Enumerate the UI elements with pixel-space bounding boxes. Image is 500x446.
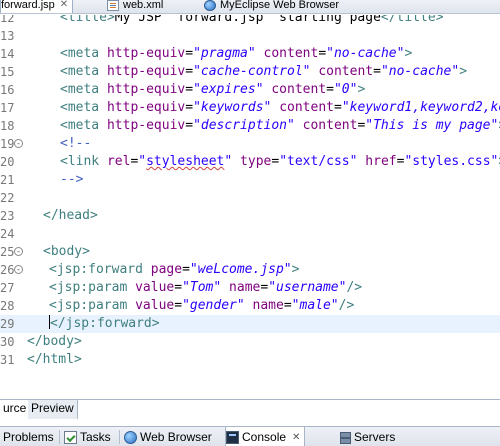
- code-line[interactable]: 26- <jsp:forward page="weLcome.jsp">: [0, 261, 500, 279]
- line-number: 28: [0, 299, 15, 313]
- line-number: 23: [0, 209, 15, 223]
- line-number: 26: [0, 263, 15, 277]
- code-line[interactable]: 29 </jsp:forward>: [0, 315, 500, 333]
- close-icon[interactable]: ✕: [292, 432, 300, 443]
- line-number: 30: [0, 335, 15, 349]
- code-line[interactable]: 27 <jsp:param value="Tom" name="username"…: [0, 279, 500, 297]
- view-label: Servers: [354, 430, 396, 444]
- code-text: </jsp:forward>: [49, 315, 160, 331]
- code-line[interactable]: 12 <title>My JSP 'forward.jsp' starting p…: [0, 15, 500, 27]
- code-text: <link rel="stylesheet" type="text/css" h…: [60, 154, 500, 169]
- code-text: <meta http-equiv="keywords" content="key…: [60, 100, 500, 115]
- code-line[interactable]: 18 <meta http-equiv="description" content…: [0, 117, 500, 135]
- fold-toggle-icon[interactable]: -: [14, 247, 23, 256]
- line-number: 19: [0, 137, 15, 151]
- divider: [59, 430, 60, 444]
- line-number: 15: [0, 65, 15, 79]
- tab-web-xml[interactable]: web.xml: [107, 0, 164, 13]
- code-text: <body>: [43, 244, 90, 259]
- code-text: <meta http-equiv="description" content="…: [60, 118, 500, 133]
- globe-icon: [124, 430, 137, 444]
- code-line[interactable]: 23 </head>: [0, 207, 500, 225]
- view-problems[interactable]: Problems: [3, 427, 54, 446]
- code-text: <meta http-equiv="expires" content="0">: [60, 82, 366, 97]
- line-number: 18: [0, 119, 15, 133]
- xml-file-icon: [107, 0, 119, 11]
- code-line[interactable]: 24: [0, 225, 500, 243]
- code-text: <title>My JSP 'forward.jsp' starting pag…: [60, 15, 444, 25]
- code-line[interactable]: 13: [0, 27, 500, 45]
- editor-tab-bar: forward.jsp ✕ web.xml MyEclipse Web Brow…: [0, 0, 500, 14]
- code-line[interactable]: 19- <!--: [0, 135, 500, 153]
- code-line[interactable]: 20 <link rel="stylesheet" type="text/css"…: [0, 153, 500, 171]
- code-line[interactable]: 31 </html>: [0, 351, 500, 369]
- line-number: 20: [0, 155, 15, 169]
- code-text: -->: [60, 172, 84, 187]
- code-editor[interactable]: 12 <title>My JSP 'forward.jsp' starting p…: [0, 15, 500, 399]
- code-line[interactable]: 15 <meta http-equiv="cache-control" conte…: [0, 63, 500, 81]
- code-text: </head>: [43, 208, 98, 223]
- line-number: 14: [0, 47, 15, 61]
- code-text: <!--: [60, 136, 92, 151]
- bottom-views-bar: Problems Tasks Web Browser Console ✕ Ser…: [0, 426, 500, 446]
- code-line[interactable]: 25- <body>: [0, 243, 500, 261]
- line-number: 22: [0, 191, 15, 205]
- code-line[interactable]: 28 <jsp:param value="gender" name="male"/…: [0, 297, 500, 315]
- close-icon[interactable]: ✕: [60, 0, 68, 10]
- line-number: 21: [0, 173, 15, 187]
- servers-icon: [338, 431, 351, 444]
- editor-view-tabs: urce Preview: [0, 399, 500, 419]
- view-label: Console: [242, 430, 287, 444]
- view-label: Problems: [3, 430, 54, 444]
- code-line[interactable]: 22: [0, 189, 500, 207]
- tasks-icon: [64, 430, 77, 444]
- code-text: </html>: [27, 352, 82, 367]
- code-line[interactable]: 16 <meta http-equiv="expires" content="0"…: [0, 81, 500, 99]
- console-icon: [226, 430, 239, 444]
- fold-toggle-icon[interactable]: -: [14, 139, 23, 148]
- line-number: 12: [0, 15, 15, 25]
- code-line[interactable]: 21 -->: [0, 171, 500, 189]
- line-number: 27: [0, 281, 15, 295]
- tab-myeclipse-web-browser[interactable]: MyEclipse Web Browser: [204, 0, 339, 13]
- view-label: Tasks: [80, 430, 111, 444]
- code-line[interactable]: 14 <meta http-equiv="pragma" content="no-…: [0, 45, 500, 63]
- line-number: 31: [0, 353, 15, 367]
- view-web-browser[interactable]: Web Browser: [124, 427, 212, 446]
- fold-toggle-icon[interactable]: -: [14, 265, 23, 274]
- tab-source[interactable]: urce: [0, 400, 31, 419]
- line-number: 17: [0, 101, 15, 115]
- code-text: </body>: [27, 334, 82, 349]
- line-number: 24: [0, 227, 15, 241]
- line-number: 13: [0, 29, 15, 43]
- code-line[interactable]: 30 </body>: [0, 333, 500, 351]
- view-label: Web Browser: [140, 430, 212, 444]
- code-text: <jsp:param value="gender" name="male"/>: [49, 298, 355, 313]
- tab-preview[interactable]: Preview: [28, 400, 78, 419]
- globe-icon: [204, 0, 216, 11]
- code-text: <jsp:param value="Tom" name="username"/>: [49, 280, 363, 295]
- code-line[interactable]: 17 <meta http-equiv="keywords" content="k…: [0, 99, 500, 117]
- tab-label: MyEclipse Web Browser: [220, 0, 339, 11]
- tab-label: web.xml: [123, 0, 164, 11]
- code-text: <jsp:forward page="weLcome.jsp">: [49, 262, 300, 277]
- view-console[interactable]: Console ✕: [225, 427, 306, 446]
- line-number: 29: [0, 317, 15, 331]
- view-tasks[interactable]: Tasks: [64, 427, 111, 446]
- code-text: <meta http-equiv="cache-control" content…: [60, 64, 468, 79]
- line-number: 25: [0, 245, 15, 259]
- tab-forward-jsp[interactable]: forward.jsp ✕: [0, 0, 74, 13]
- code-text: <meta http-equiv="pragma" content="no-ca…: [60, 46, 413, 61]
- tab-label: forward.jsp: [1, 0, 55, 11]
- line-number: 16: [0, 83, 15, 97]
- divider: [119, 430, 120, 444]
- view-servers[interactable]: Servers: [338, 427, 395, 446]
